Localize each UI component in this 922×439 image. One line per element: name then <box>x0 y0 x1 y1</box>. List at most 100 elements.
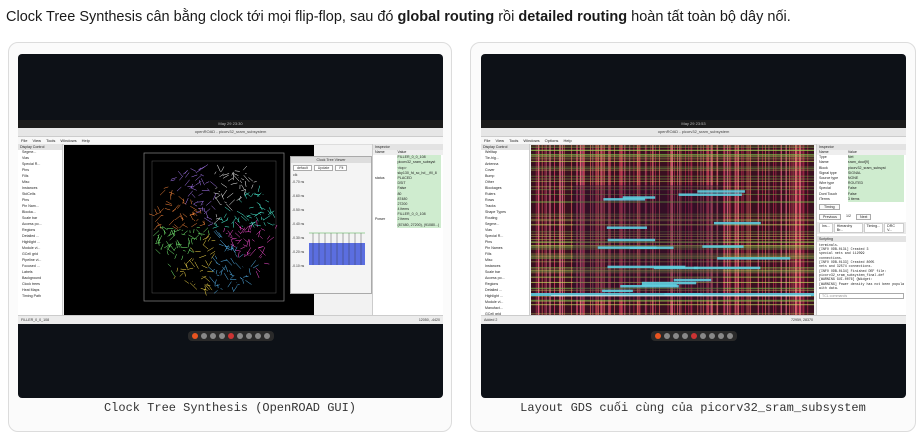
app-icon[interactable] <box>672 333 679 339</box>
next-button[interactable]: Next <box>855 213 872 220</box>
clock-net-segment <box>173 276 176 280</box>
layout-shape <box>531 166 814 168</box>
app-icon[interactable] <box>708 333 715 339</box>
layout-canvas[interactable] <box>531 145 814 315</box>
layout-shape <box>531 304 814 305</box>
menu-item[interactable]: Help <box>82 138 90 143</box>
clock-net-segment <box>214 171 217 175</box>
clock-latency-histogram: -0.70 ns -0.60 ns -0.50 ns -0.40 ns -0.30 ns… <box>292 180 365 268</box>
layout-shape <box>678 193 742 196</box>
layout-shape <box>531 154 814 155</box>
clock-net-segment <box>202 244 209 250</box>
menu-item[interactable]: Tools <box>509 138 518 143</box>
clock-net-segment <box>237 251 240 258</box>
app-icon[interactable] <box>690 333 697 339</box>
clock-net-segment <box>207 237 211 242</box>
clock-net-segment <box>184 179 190 186</box>
app-icon[interactable] <box>236 333 243 339</box>
clock-net-segment <box>181 255 184 261</box>
fit-button[interactable]: Fit <box>335 165 348 171</box>
preset-select[interactable]: default <box>293 165 312 171</box>
app-icon[interactable] <box>726 333 733 339</box>
clock-net-segment <box>170 245 175 252</box>
app-icon[interactable] <box>209 333 216 339</box>
menu-item[interactable]: Windows <box>60 138 76 143</box>
layout-shape <box>607 238 656 242</box>
menu-item[interactable]: View <box>32 138 41 143</box>
clock-net-segment <box>192 258 194 262</box>
clock-net-segment <box>227 248 233 251</box>
clock-net-segment <box>220 259 228 262</box>
panel-tab[interactable]: DRC V... <box>884 222 904 233</box>
layout-shape <box>713 221 761 225</box>
menu-item[interactable]: Help <box>563 138 571 143</box>
panel-tab[interactable]: Timing... <box>863 222 884 233</box>
clock-net-segment <box>251 239 255 242</box>
clock-net-segment <box>201 265 208 269</box>
app-icon[interactable] <box>263 333 270 339</box>
clock-net-segment <box>187 267 194 270</box>
clock-net-segment <box>191 193 196 198</box>
clock-net-segment <box>246 215 252 219</box>
clock-net-segment <box>230 182 238 185</box>
status-coords: 12050, -4420 <box>418 318 440 322</box>
app-icon[interactable] <box>218 333 225 339</box>
app-icon[interactable] <box>663 333 670 339</box>
openroad-window: openROAD - picorv32_sram_subsystem File V… <box>18 128 443 324</box>
clock-net-segment <box>248 268 251 275</box>
clock-net-segment <box>176 186 182 192</box>
layout-canvas[interactable] <box>64 145 314 315</box>
menu-item[interactable]: Windows <box>523 138 539 143</box>
layout-shape <box>790 145 792 315</box>
clock-net-segment <box>223 227 225 233</box>
layout-shape <box>775 145 777 315</box>
clock-net-segment <box>159 227 164 229</box>
panel-tab[interactable]: Hierarchy Br... <box>833 222 863 233</box>
app-icon[interactable] <box>200 333 207 339</box>
clock-net-segment <box>256 230 262 235</box>
window-titlebar: openROAD - picorv32_sram_subsystem <box>481 128 906 137</box>
app-icon[interactable] <box>654 333 661 339</box>
menu-item[interactable]: File <box>484 138 490 143</box>
app-icon[interactable] <box>191 333 198 339</box>
display-control-item[interactable]: Timing Path <box>18 293 62 299</box>
clock-net-segment <box>190 168 197 172</box>
clock-net-segment <box>222 174 229 179</box>
app-icon[interactable] <box>681 333 688 339</box>
clock-net-segment <box>249 248 257 257</box>
clock-net-segment <box>190 187 197 191</box>
clock-net-segment <box>170 179 176 182</box>
layout-shape <box>531 181 814 182</box>
layout-shape <box>549 145 551 315</box>
layout-shape <box>602 289 633 293</box>
app-icon[interactable] <box>245 333 252 339</box>
update-button[interactable]: Update <box>313 165 334 171</box>
log-line: with data. <box>819 285 839 290</box>
menu-item[interactable]: View <box>495 138 504 143</box>
previous-button[interactable]: Previous <box>819 213 841 220</box>
clock-net-segment <box>199 269 204 272</box>
menu-item[interactable]: Tools <box>46 138 55 143</box>
timing-button[interactable]: Timing <box>819 203 840 210</box>
clock-net-segment <box>206 283 213 291</box>
inspector-key <box>375 223 397 228</box>
menu-item[interactable]: Options <box>545 138 559 143</box>
layout-shape <box>728 145 730 315</box>
tcl-command-input[interactable]: TCL commands <box>819 293 904 300</box>
layout-shape <box>571 145 573 315</box>
clock-net-segment <box>229 279 237 281</box>
layout-shape <box>780 145 782 315</box>
app-icon[interactable] <box>227 333 234 339</box>
menu-item[interactable]: File <box>21 138 27 143</box>
app-icon[interactable] <box>254 333 261 339</box>
clock-net-segment <box>234 221 242 229</box>
clock-net-segment <box>262 247 266 253</box>
latency-tick-label: -0.20 ns <box>292 250 305 254</box>
clock-net-segment <box>265 199 270 203</box>
app-icon[interactable] <box>699 333 706 339</box>
app-icon[interactable] <box>717 333 724 339</box>
inspector-value: 3 items <box>847 196 904 202</box>
clock-net-segment <box>160 243 164 250</box>
clock-net-segment <box>226 192 234 199</box>
panel-tab[interactable]: Ins... <box>819 222 833 233</box>
